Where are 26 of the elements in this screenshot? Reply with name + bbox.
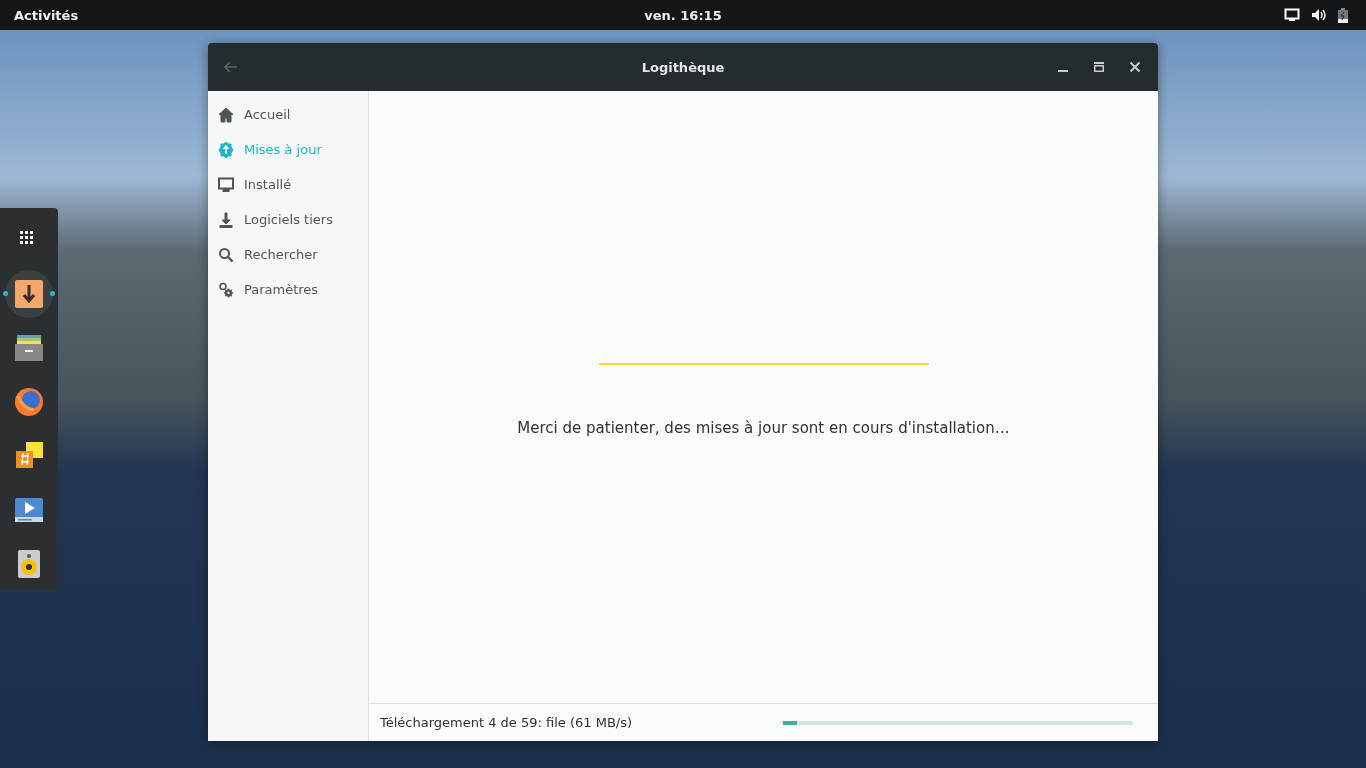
badge-arrow-icon xyxy=(218,141,234,158)
file-drawer-icon[interactable] xyxy=(13,332,45,364)
display-icon[interactable] xyxy=(1284,8,1300,22)
download-box-icon[interactable] xyxy=(13,278,45,310)
running-indicator-dot xyxy=(50,291,55,296)
window-title: Logithèque xyxy=(641,59,725,75)
sidebar-item[interactable]: Installé xyxy=(208,167,368,202)
sidebar-item[interactable]: Rechercher xyxy=(208,237,368,272)
volume-icon[interactable] xyxy=(1311,8,1327,22)
sidebar-item[interactable]: Accueil xyxy=(208,97,368,132)
activities-button[interactable]: Activités xyxy=(14,7,79,23)
download-status: Téléchargement 4 de 59: file (61 MB/s) xyxy=(380,715,633,730)
maximize-icon[interactable] xyxy=(1093,61,1105,73)
download-icon xyxy=(218,211,234,228)
monitor-icon xyxy=(218,176,234,193)
fox-globe-icon[interactable] xyxy=(13,386,45,418)
close-icon[interactable] xyxy=(1129,61,1141,73)
sidebar-item[interactable]: Paramètres xyxy=(208,272,368,307)
search-icon xyxy=(218,246,234,263)
gears-icon xyxy=(218,281,234,298)
status-message: Merci de patienter, des mises à jour sont en cours d'installation… xyxy=(517,419,1010,437)
clock[interactable]: ven. 16:15 xyxy=(644,7,722,23)
battery-icon[interactable] xyxy=(1338,7,1348,23)
home-icon xyxy=(218,106,234,123)
sidebar-item[interactable]: Logiciels tiers xyxy=(208,202,368,237)
running-indicator-dot xyxy=(3,291,8,296)
